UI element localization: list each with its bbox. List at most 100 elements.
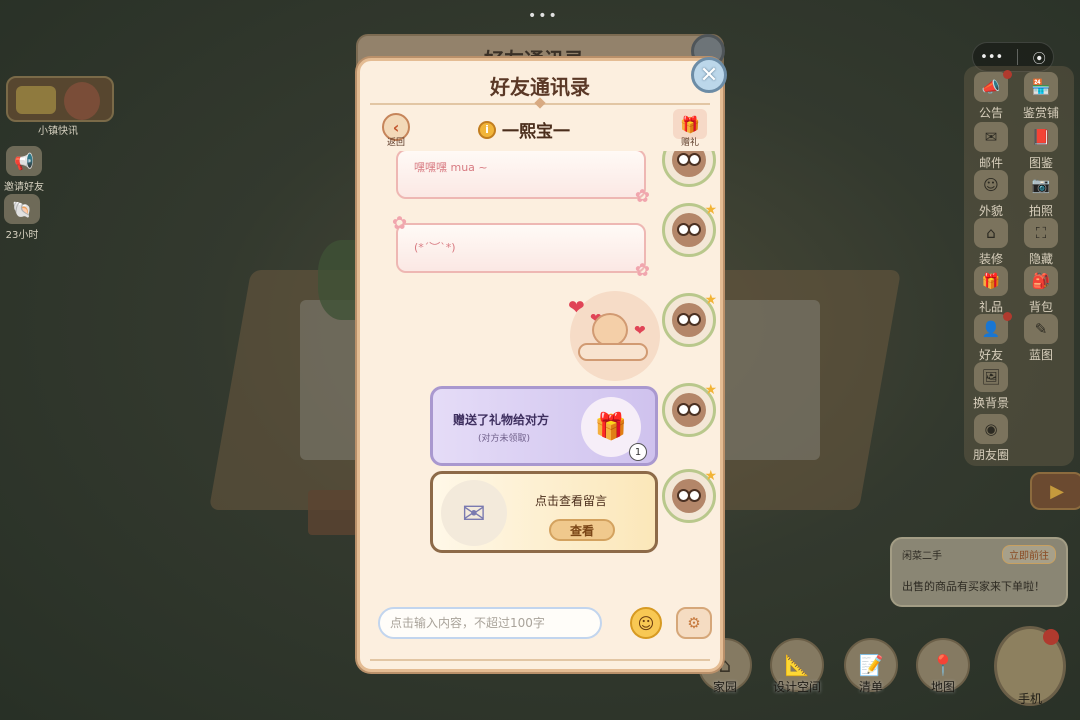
view-message-button[interactable]: 查看 (549, 519, 615, 541)
mail-button[interactable]: ✉ 邮件 (966, 122, 1016, 171)
info-icon[interactable]: i (478, 120, 496, 139)
friends-button[interactable]: 👤 好友 (966, 312, 1016, 363)
notice-title: 闲菜二手 (902, 551, 942, 562)
moments-icon: ◉ (974, 414, 1008, 444)
hide-label: 隐藏 (1028, 252, 1053, 266)
flower-icon: ✿ (392, 213, 408, 234)
shop-icon: 🏪 (1024, 72, 1058, 102)
hide-button[interactable]: ⛶ 隐藏 (1016, 218, 1066, 267)
gifts-button[interactable]: 🎁 礼品 (966, 266, 1016, 315)
header-divider (370, 97, 710, 109)
camera-icon: 📷 (1024, 170, 1058, 200)
mail-label: 邮件 (978, 156, 1003, 170)
photo-button[interactable]: 📷 拍照 (1016, 170, 1066, 219)
megaphone-icon: 📢 (6, 146, 42, 176)
gift-card[interactable]: 赠送了礼物给对方 (对方未领取) 🎁 1 (430, 386, 658, 466)
sender-avatar[interactable]: ★ (662, 468, 717, 523)
notification-dot (1043, 629, 1059, 645)
avatar (64, 82, 100, 120)
modal-title: 好友通讯录 (490, 74, 590, 99)
gift-count-badge: 1 (629, 443, 647, 461)
chat-settings-icon[interactable]: ⚙ (676, 607, 712, 639)
friend-name-title[interactable]: i 一熙宝一 (478, 117, 570, 142)
appraisal-shop-label: 鉴赏铺 (1022, 106, 1059, 120)
star-icon: ★ (704, 468, 717, 484)
flower-icon: ✿ (634, 260, 650, 281)
blueprint-button[interactable]: ✎ 蓝图 (1016, 314, 1066, 363)
backpack-label: 背包 (1028, 300, 1053, 314)
change-background-label: 换背景 (972, 396, 1009, 410)
change-background-button[interactable]: 🖼 换背景 (966, 362, 1016, 411)
notice-message: 出售的商品有买家来下单啦！ (902, 580, 1045, 593)
chat-input[interactable] (378, 607, 602, 639)
go-now-button[interactable]: 立即前往 (1002, 545, 1056, 564)
message-card-title: 点击查看留言 (535, 494, 608, 508)
owl-icon (672, 479, 706, 513)
gift-title: 赠送了礼物给对方 (453, 413, 550, 427)
sender-avatar[interactable]: ★ (662, 292, 717, 347)
friends-label: 好友 (978, 348, 1003, 362)
sender-avatar[interactable]: ★ (662, 202, 717, 257)
send-gift-button[interactable]: 🎁 赠礼 (670, 109, 710, 148)
timer-button[interactable]: 🐚 23小时 (4, 194, 40, 241)
nav-map[interactable]: 📍 地图 (916, 638, 970, 695)
phone-label: 手机 (1018, 692, 1043, 706)
back-label: 返回 (386, 138, 405, 148)
wooden-crate (308, 490, 358, 535)
star-icon: ★ (704, 382, 717, 398)
heart-icon: ❤ (568, 295, 585, 319)
sender-avatar[interactable]: ★ (662, 382, 717, 437)
appraisal-shop-button[interactable]: 🏪 鉴赏铺 (1016, 72, 1066, 121)
decorate-label: 装修 (978, 252, 1003, 266)
collection-button[interactable]: 📕 图鉴 (1016, 122, 1066, 171)
friend-name: 一熙宝一 (502, 122, 570, 142)
chat-input-bar: ☺ ⚙ (360, 601, 720, 645)
nav-home-label: 家园 (712, 680, 737, 694)
record-icon[interactable]: ⦿ (1033, 48, 1046, 67)
nav-list-label: 清单 (858, 680, 883, 694)
backpack-button[interactable]: 🎒 背包 (1016, 266, 1066, 315)
shell-icon: 🐚 (4, 194, 40, 224)
backpack-icon: 🎒 (1024, 266, 1058, 296)
send-gift-label: 赠礼 (680, 138, 699, 148)
appearance-button[interactable]: ☺ 外貌 (966, 170, 1016, 219)
book-icon: 📕 (1024, 122, 1058, 152)
snail-body-icon (578, 343, 648, 361)
decorate-button[interactable]: ⌂ 装修 (966, 218, 1016, 267)
face-icon: ☺ (974, 170, 1008, 200)
invite-friends-button[interactable]: 📢 邀请好友 (4, 146, 44, 193)
town-news-card[interactable] (6, 76, 114, 122)
chat-text: 嘿嘿嘿 mua ~ (414, 161, 488, 174)
nav-list[interactable]: 📝 清单 (844, 638, 898, 695)
snail-hearts-sticker: ❤ ❤ ❤ (568, 291, 660, 381)
message-card[interactable]: ✉ 点击查看留言 查看 (430, 471, 658, 553)
top-more-icon[interactable]: ••• (528, 8, 559, 24)
snail-shell-icon (592, 313, 628, 347)
nav-map-label: 地图 (930, 680, 955, 694)
play-icon[interactable]: ▶ (1030, 472, 1080, 510)
announcement-label: 公告 (978, 106, 1003, 120)
notice-card[interactable]: 闲菜二手 立即前往 出售的商品有买家来下单啦！ (890, 537, 1068, 607)
close-icon[interactable]: ✕ (691, 57, 727, 93)
house-icon: ⌂ (974, 218, 1008, 248)
chat-text: (*´︶`*) (414, 241, 456, 254)
back-button[interactable]: ‹ 返回 (380, 113, 412, 148)
nav-design-space[interactable]: 📐 设计空间 (770, 638, 824, 695)
star-icon: ★ (704, 292, 717, 308)
moments-button[interactable]: ◉ 朋友圈 (966, 414, 1016, 463)
blueprint-label: 蓝图 (1028, 348, 1053, 362)
announcement-button[interactable]: 📣 公告 (966, 70, 1016, 121)
chat-area[interactable]: 嘿嘿嘿 mua ~ ✿ ★ ✿ (*´︶`*) ✿ ★ ❤ ❤ ❤ ★ 赠送了礼… (360, 151, 720, 601)
chat-bubble: 嘿嘿嘿 mua ~ ✿ (396, 151, 650, 207)
invite-friends-label: 邀请好友 (4, 182, 44, 193)
bottom-divider (370, 659, 710, 665)
nav-design-space-label: 设计空间 (772, 680, 821, 694)
envelope-icon: ✉ (441, 480, 507, 546)
treasure-icon (16, 86, 56, 114)
emoji-icon[interactable]: ☺ (630, 607, 662, 639)
more-icon[interactable]: ••• (980, 50, 1003, 65)
sender-avatar[interactable]: ★ (662, 151, 716, 187)
photo-label: 拍照 (1028, 204, 1053, 218)
gift-status: (对方未领取) (478, 434, 531, 444)
appearance-label: 外貌 (978, 204, 1003, 218)
